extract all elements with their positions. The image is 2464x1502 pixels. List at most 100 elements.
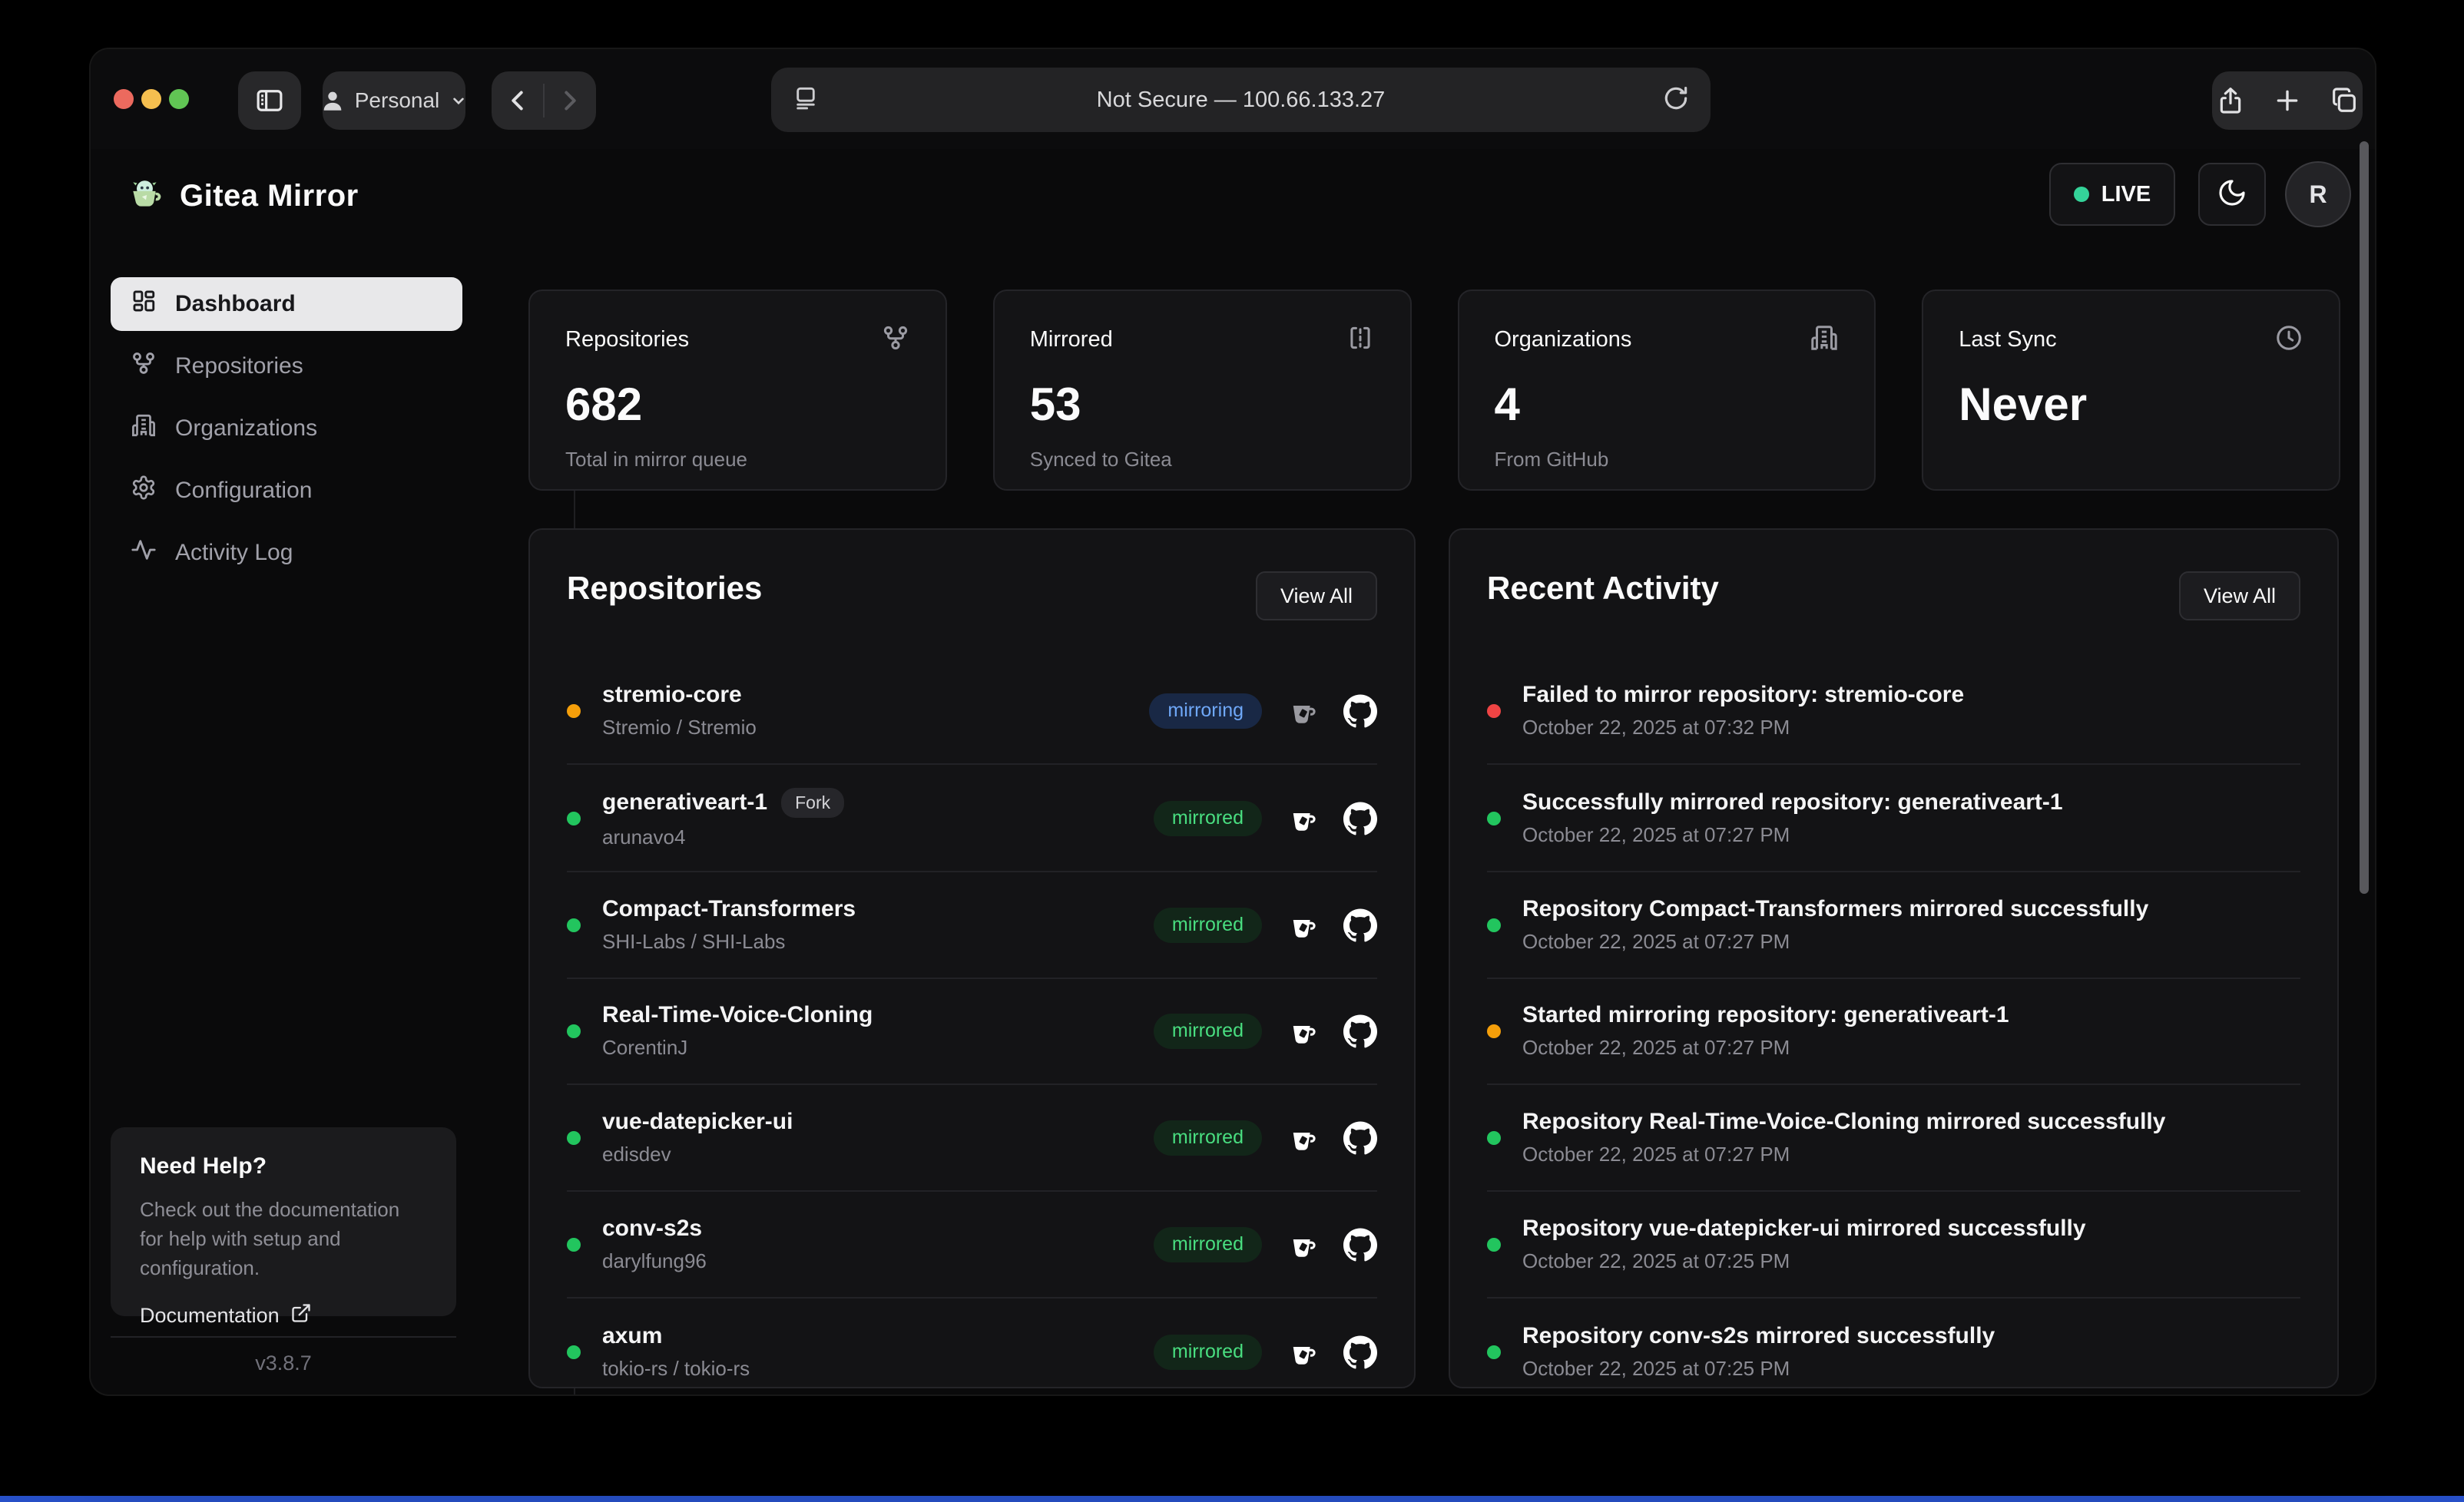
user-avatar-button[interactable]: R <box>2285 161 2351 227</box>
back-button[interactable] <box>505 87 532 114</box>
github-icon[interactable] <box>1343 802 1377 835</box>
status-dot <box>1487 1131 1501 1145</box>
profile-menu-button[interactable]: Personal <box>323 71 465 130</box>
view-all-label: View All <box>1280 584 1353 608</box>
activity-message: Repository vue-datepicker-ui mirrored su… <box>1522 1216 2086 1242</box>
sidebar-item-configuration[interactable]: Configuration <box>111 464 462 518</box>
activity-message: Failed to mirror repository: stremio-cor… <box>1522 682 1964 708</box>
external-link-icon <box>290 1302 312 1329</box>
sidebar-item-dashboard[interactable]: Dashboard <box>111 277 462 331</box>
moon-icon <box>2217 177 2247 212</box>
sidebar-item-label: Activity Log <box>175 540 293 566</box>
github-icon[interactable] <box>1343 694 1377 728</box>
stat-label: Last Sync <box>1959 327 2056 352</box>
github-icon[interactable] <box>1343 1335 1377 1369</box>
sidebar-toggle-icon <box>253 84 286 117</box>
github-icon[interactable] <box>1343 1014 1377 1048</box>
status-dot <box>567 1024 581 1038</box>
tab-overview-icon[interactable] <box>2329 85 2360 116</box>
browser-titlebar: Personal Not Secure — 100.66.133.27 <box>91 49 2375 149</box>
activity-message: Repository Real-Time-Voice-Cloning mirro… <box>1522 1109 2165 1135</box>
gear-icon <box>131 475 157 507</box>
fullscreen-button[interactable] <box>169 89 189 109</box>
view-all-label: View All <box>2204 584 2276 608</box>
documentation-link[interactable]: Documentation <box>140 1302 427 1329</box>
repo-row[interactable]: vue-datepicker-uiedisdev mirrored <box>567 1085 1377 1192</box>
gitea-icon[interactable] <box>1287 1336 1319 1368</box>
gitea-icon[interactable] <box>1287 802 1319 835</box>
status-dot <box>1487 918 1501 932</box>
status-dot <box>1487 1345 1501 1359</box>
sidebar-item-repositories[interactable]: Repositories <box>111 339 462 393</box>
history-nav-group <box>492 71 596 130</box>
desktop-background: Personal Not Secure — 100.66.133.27 <box>0 0 2464 1502</box>
new-tab-icon[interactable] <box>2272 85 2303 116</box>
app-title: Gitea Mirror <box>180 179 359 213</box>
stat-card-last-sync: Last Sync Never <box>1922 289 2340 491</box>
gitea-icon[interactable] <box>1287 1122 1319 1154</box>
share-icon[interactable] <box>2215 85 2246 116</box>
stat-card-mirrored: Mirrored 53 Synced to Gitea <box>993 289 1412 491</box>
stat-value: 53 <box>1030 378 1375 431</box>
forward-button[interactable] <box>555 87 583 114</box>
stat-sub: Total in mirror queue <box>565 448 910 471</box>
help-title: Need Help? <box>140 1153 427 1179</box>
person-icon <box>320 88 346 114</box>
sidebar-toggle-button[interactable] <box>238 71 301 130</box>
status-badge: mirroring <box>1149 693 1262 729</box>
status-badge: mirrored <box>1154 908 1262 943</box>
sidebar-item-label: Configuration <box>175 478 312 504</box>
theme-toggle-button[interactable] <box>2198 163 2266 226</box>
close-button[interactable] <box>114 89 134 109</box>
github-icon[interactable] <box>1343 1228 1377 1262</box>
sidebar-item-activity-log[interactable]: Activity Log <box>111 526 462 580</box>
repo-row[interactable]: axumtokio-rs / tokio-rs mirrored <box>567 1299 1377 1388</box>
repo-owner: arunavo4 <box>602 825 844 849</box>
repo-row[interactable]: conv-s2sdarylfung96 mirrored <box>567 1192 1377 1299</box>
activity-time: October 22, 2025 at 07:27 PM <box>1522 823 2063 847</box>
avatar-initial: R <box>2309 180 2327 209</box>
repo-row[interactable]: Compact-TransformersSHI-Labs / SHI-Labs … <box>567 872 1377 979</box>
live-status-button[interactable]: LIVE <box>2049 163 2175 226</box>
status-dot <box>567 918 581 932</box>
activity-item: Repository vue-datepicker-ui mirrored su… <box>1487 1192 2300 1299</box>
repo-row[interactable]: generativeart-1Forkarunavo4 mirrored <box>567 766 1377 872</box>
repo-row[interactable]: Real-Time-Voice-Cloning CorentinJ mirrore… <box>567 978 1377 1085</box>
repo-owner: CorentinJ <box>602 1036 873 1060</box>
gitea-icon[interactable] <box>1287 1015 1319 1047</box>
activity-message: Repository conv-s2s mirrored successfull… <box>1522 1323 1995 1349</box>
repo-row[interactable]: stremio-coreStremio / Stremio mirroring <box>567 658 1377 765</box>
status-badge: mirrored <box>1154 1120 1262 1156</box>
github-icon[interactable] <box>1343 908 1377 942</box>
activity-time: October 22, 2025 at 07:27 PM <box>1522 1143 2165 1166</box>
gitea-icon[interactable] <box>1287 909 1319 941</box>
status-dot <box>567 812 581 825</box>
sidebar-item-organizations[interactable]: Organizations <box>111 402 462 455</box>
clock-icon <box>2274 323 2303 356</box>
activity-message: Successfully mirrored repository: genera… <box>1522 789 2063 816</box>
activity-view-all-button[interactable]: View All <box>2179 571 2300 620</box>
activity-time: October 22, 2025 at 07:25 PM <box>1522 1249 2086 1273</box>
repo-owner: SHI-Labs / SHI-Labs <box>602 930 856 954</box>
help-box: Need Help? Check out the documentation f… <box>111 1127 456 1316</box>
git-fork-icon <box>131 350 157 382</box>
reader-icon[interactable] <box>791 84 820 117</box>
sidebar-item-label: Organizations <box>175 415 317 442</box>
repo-name: Real-Time-Voice-Cloning <box>602 1002 873 1028</box>
github-icon[interactable] <box>1343 1121 1377 1155</box>
status-badge: mirrored <box>1154 1014 1262 1049</box>
activity-item: Failed to mirror repository: stremio-cor… <box>1487 658 2300 765</box>
gitea-icon[interactable] <box>1287 1229 1319 1261</box>
address-bar[interactable]: Not Secure — 100.66.133.27 <box>771 68 1711 132</box>
profile-label: Personal <box>355 88 440 113</box>
repositories-view-all-button[interactable]: View All <box>1256 571 1377 620</box>
activity-item: Repository Real-Time-Voice-Cloning mirro… <box>1487 1085 2300 1192</box>
gitea-icon[interactable] <box>1287 695 1319 727</box>
minimize-button[interactable] <box>141 89 161 109</box>
repo-owner: Stremio / Stremio <box>602 716 757 739</box>
reload-icon[interactable] <box>1661 84 1691 117</box>
status-dot <box>1487 1024 1501 1038</box>
repo-name: Compact-Transformers <box>602 896 856 922</box>
repositories-panel: Repositories View All stremio-coreStremi… <box>528 528 1416 1388</box>
page-scrollbar[interactable] <box>2360 141 2369 894</box>
